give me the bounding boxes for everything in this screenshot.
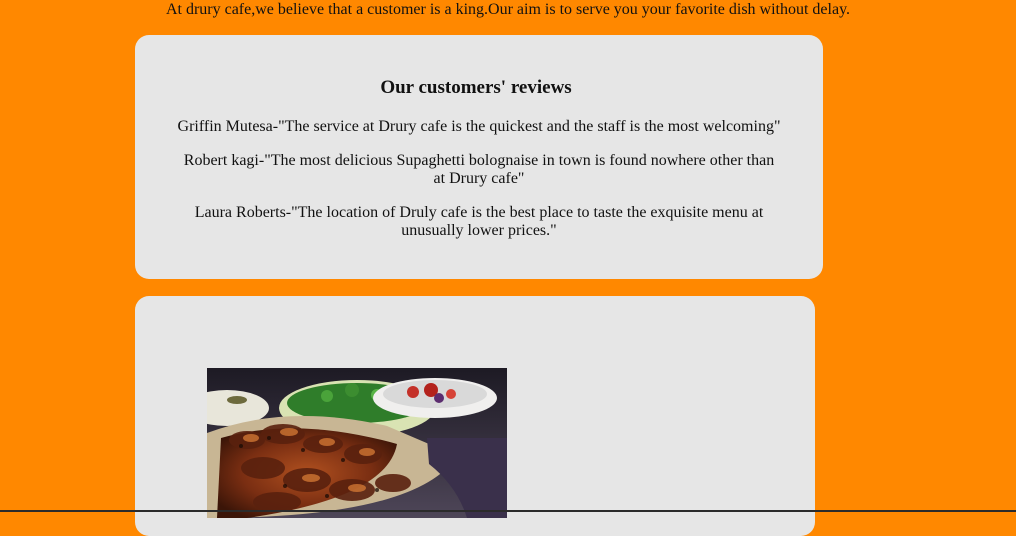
- intro-text-label: At drury cafe,we believe that a customer…: [165, 1, 851, 18]
- review-text: Griffin Mutesa-"The service at Drury caf…: [177, 118, 781, 135]
- review-item: Robert kagi-"The most delicious Supaghet…: [135, 152, 823, 188]
- food-photo-icon: [207, 368, 507, 518]
- gallery-section: [135, 296, 815, 536]
- grilled-chicken-image: [207, 368, 507, 518]
- review-item: Laura Roberts-"The location of Druly caf…: [135, 204, 823, 240]
- reviews-section: Our customers' reviews Griffin Mutesa-"T…: [135, 35, 823, 279]
- review-text: Laura Roberts-"The location of Druly caf…: [194, 204, 764, 239]
- review-item: Griffin Mutesa-"The service at Drury caf…: [135, 118, 823, 136]
- review-text: Robert kagi-"The most delicious Supaghet…: [183, 152, 775, 187]
- intro-text: At drury cafe,we believe that a customer…: [0, 0, 1016, 20]
- reviews-title: Our customers' reviews: [380, 77, 572, 98]
